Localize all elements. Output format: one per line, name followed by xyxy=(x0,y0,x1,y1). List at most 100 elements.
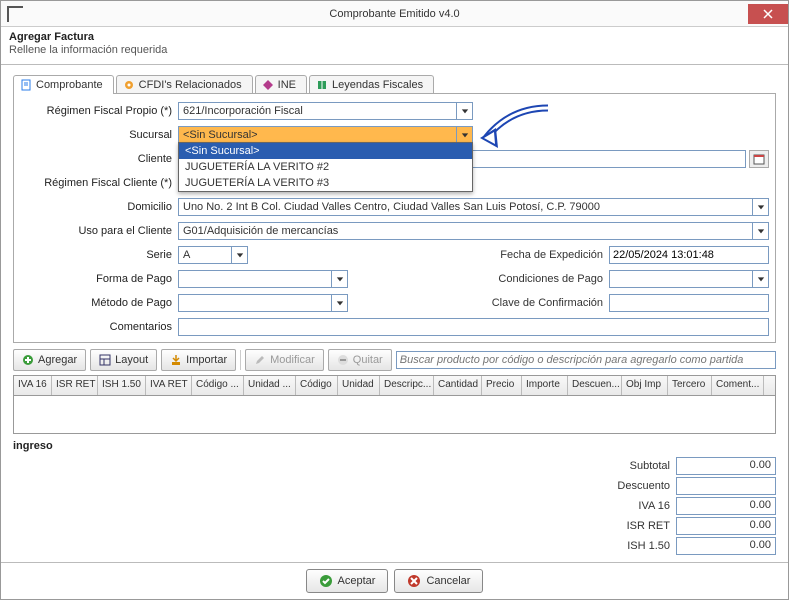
uso-cliente-combo[interactable]: G01/Adquisición de mercancías xyxy=(178,222,769,240)
product-search-input[interactable] xyxy=(396,351,776,369)
titlebar: Comprobante Emitido v4.0 xyxy=(1,1,788,27)
book-icon xyxy=(316,79,328,91)
layout-button[interactable]: Layout xyxy=(90,349,157,371)
tab-comprobante[interactable]: Comprobante xyxy=(13,75,114,94)
doc-icon xyxy=(20,79,32,91)
ingreso-label: ingreso xyxy=(13,440,776,452)
sucursal-option[interactable]: JUGUETERÍA LA VERITO #2 xyxy=(179,159,472,175)
total-label: Descuento xyxy=(617,480,670,492)
total-value xyxy=(676,477,776,495)
domicilio-combo[interactable]: Uno No. 2 Int B Col. Ciudad Valles Centr… xyxy=(178,198,769,216)
serie-combo[interactable]: A xyxy=(178,246,248,264)
edit-icon xyxy=(254,354,266,366)
grid-column-header[interactable]: Descuen... xyxy=(568,376,622,395)
diamond-icon xyxy=(262,79,274,91)
chevron-down-icon xyxy=(231,247,247,263)
window-title: Comprobante Emitido v4.0 xyxy=(329,8,459,20)
total-label: ISR RET xyxy=(627,520,670,532)
grid-column-header[interactable]: Unidad xyxy=(338,376,380,395)
sucursal-option[interactable]: JUGUETERÍA LA VERITO #3 xyxy=(179,175,472,191)
total-value: 0.00 xyxy=(676,497,776,515)
cancel-icon xyxy=(407,574,421,588)
grid-column-header[interactable]: Descripc... xyxy=(380,376,434,395)
agregar-button[interactable]: Agregar xyxy=(13,349,86,371)
regimen-fiscal-propio-label: Régimen Fiscal Propio (*) xyxy=(20,105,178,117)
total-label: Subtotal xyxy=(630,460,670,472)
grid-column-header[interactable]: Tercero xyxy=(668,376,712,395)
cancelar-button[interactable]: Cancelar xyxy=(394,569,483,593)
remove-icon xyxy=(337,354,349,366)
close-button[interactable] xyxy=(748,4,788,24)
cliente-label: Cliente xyxy=(20,153,178,165)
chevron-down-icon xyxy=(456,127,472,143)
grid-column-header[interactable]: ISR RET xyxy=(52,376,98,395)
tab-label: INE xyxy=(278,79,296,91)
domicilio-label: Domicilio xyxy=(20,201,178,213)
quitar-button[interactable]: Quitar xyxy=(328,349,392,371)
comentarios-input[interactable] xyxy=(178,318,769,336)
chevron-down-icon xyxy=(752,223,768,239)
total-label: ISH 1.50 xyxy=(627,540,670,552)
line-items-grid[interactable]: IVA 16ISR RETISH 1.50IVA RETCódigo ...Un… xyxy=(13,375,776,434)
grid-column-header[interactable]: Cantidad xyxy=(434,376,482,395)
metodo-pago-combo[interactable] xyxy=(178,294,348,312)
app-icon xyxy=(7,6,23,22)
chevron-down-icon xyxy=(331,271,347,287)
comentarios-label: Comentarios xyxy=(20,321,178,333)
chevron-down-icon xyxy=(456,103,472,119)
callout-arrow xyxy=(480,104,550,152)
tab-label: CFDI's Relacionados xyxy=(139,79,242,91)
total-label: IVA 16 xyxy=(638,500,670,512)
grid-column-header[interactable]: ISH 1.50 xyxy=(98,376,146,395)
forma-pago-combo[interactable] xyxy=(178,270,348,288)
chevron-down-icon xyxy=(752,199,768,215)
clave-confirmacion-input[interactable] xyxy=(609,294,769,312)
tab-label: Leyendas Fiscales xyxy=(332,79,423,91)
serie-label: Serie xyxy=(20,249,178,261)
condiciones-pago-label: Condiciones de Pago xyxy=(479,273,609,285)
forma-pago-label: Forma de Pago xyxy=(20,273,178,285)
tab-bar: Comprobante CFDI's Relacionados INE Leye… xyxy=(13,75,776,94)
cliente-lookup-button[interactable] xyxy=(749,150,769,168)
importar-button[interactable]: Importar xyxy=(161,349,236,371)
calendar-icon xyxy=(753,153,765,165)
grid-column-header[interactable]: IVA 16 xyxy=(14,376,52,395)
fecha-expedicion-input[interactable] xyxy=(609,246,769,264)
chevron-down-icon xyxy=(331,295,347,311)
total-value: 0.00 xyxy=(676,457,776,475)
grid-column-header[interactable]: Coment... xyxy=(712,376,764,395)
metodo-pago-label: Método de Pago xyxy=(20,297,178,309)
grid-column-header[interactable]: Precio xyxy=(482,376,522,395)
page-title: Agregar Factura xyxy=(9,31,780,43)
page-subtitle: Rellene la información requerida xyxy=(9,44,780,56)
condiciones-pago-combo[interactable] xyxy=(609,270,769,288)
total-value: 0.00 xyxy=(676,517,776,535)
chevron-down-icon xyxy=(752,271,768,287)
tab-leyendas-fiscales[interactable]: Leyendas Fiscales xyxy=(309,75,434,94)
grid-column-header[interactable]: Código ... xyxy=(192,376,244,395)
sucursal-dropdown-list: <Sin Sucursal> JUGUETERÍA LA VERITO #2 J… xyxy=(178,142,473,192)
grid-column-header[interactable]: Código xyxy=(296,376,338,395)
plus-icon xyxy=(22,354,34,366)
clave-confirmacion-label: Clave de Confirmación xyxy=(479,297,609,309)
uso-cliente-label: Uso para el Cliente xyxy=(20,225,178,237)
gear-icon xyxy=(123,79,135,91)
regimen-fiscal-cliente-label: Régimen Fiscal Cliente (*) xyxy=(20,177,178,189)
grid-column-header[interactable]: Importe xyxy=(522,376,568,395)
import-icon xyxy=(170,354,182,366)
grid-column-header[interactable]: Obj Imp xyxy=(622,376,668,395)
tab-cfdis-relacionados[interactable]: CFDI's Relacionados xyxy=(116,75,253,94)
grid-header-row: IVA 16ISR RETISH 1.50IVA RETCódigo ...Un… xyxy=(14,376,775,396)
fecha-expedicion-label: Fecha de Expedición xyxy=(479,249,609,261)
grid-column-header[interactable]: Unidad ... xyxy=(244,376,296,395)
tab-label: Comprobante xyxy=(36,79,103,91)
total-value: 0.00 xyxy=(676,537,776,555)
check-icon xyxy=(319,574,333,588)
modificar-button[interactable]: Modificar xyxy=(245,349,324,371)
layout-icon xyxy=(99,354,111,366)
grid-column-header[interactable]: IVA RET xyxy=(146,376,192,395)
sucursal-option[interactable]: <Sin Sucursal> xyxy=(179,143,472,159)
tab-ine[interactable]: INE xyxy=(255,75,307,94)
regimen-fiscal-propio-combo[interactable]: 621/Incorporación Fiscal xyxy=(178,102,473,120)
aceptar-button[interactable]: Aceptar xyxy=(306,569,389,593)
